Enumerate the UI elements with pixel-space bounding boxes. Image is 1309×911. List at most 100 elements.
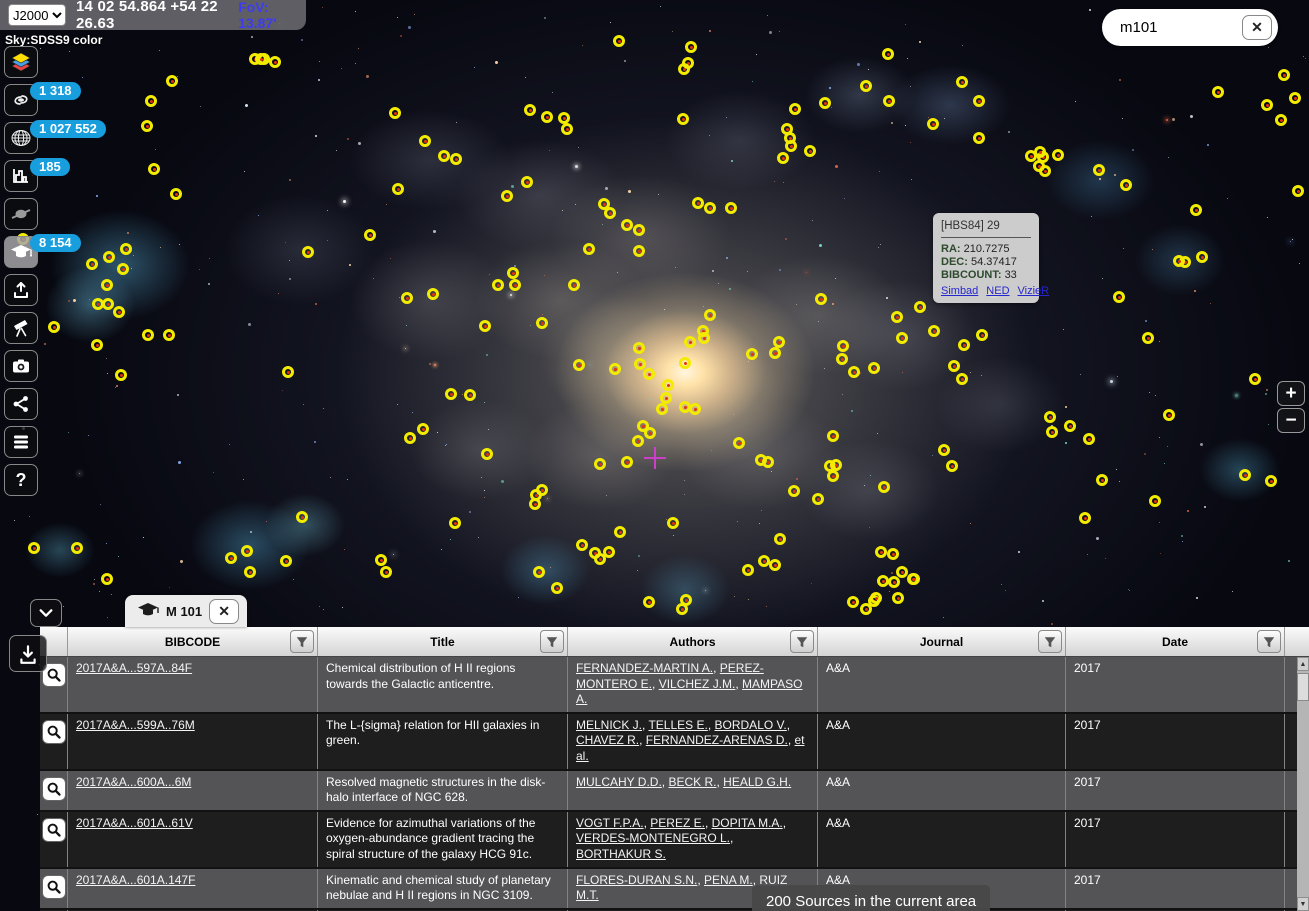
author-link[interactable]: PEREZ E. [650,816,705,830]
zoom-to-source-button[interactable] [42,875,66,899]
source-marker[interactable] [948,360,960,372]
source-marker[interactable] [117,263,129,275]
source-marker[interactable] [634,358,646,370]
source-marker[interactable] [848,366,860,378]
source-marker[interactable] [815,293,827,305]
source-marker[interactable] [541,111,553,123]
source-marker[interactable] [887,548,899,560]
source-marker[interactable] [679,357,691,369]
source-marker[interactable] [609,363,621,375]
histogram-button[interactable]: 185 [4,160,38,192]
author-link[interactable]: HEALD G.H. [723,775,791,789]
source-marker[interactable] [244,566,256,578]
source-marker[interactable] [877,575,889,587]
source-marker[interactable] [621,456,633,468]
source-marker[interactable] [742,564,754,576]
search-input[interactable] [1118,18,1242,37]
source-marker[interactable] [836,353,848,365]
source-marker[interactable] [1052,149,1064,161]
zoom-to-source-button[interactable] [42,818,66,842]
source-marker[interactable] [882,48,894,60]
vizier-link[interactable]: VizieR [1018,285,1050,297]
source-marker[interactable] [501,190,513,202]
source-marker[interactable] [445,388,457,400]
source-marker[interactable] [837,340,849,352]
source-marker[interactable] [788,485,800,497]
source-marker[interactable] [704,309,716,321]
source-marker[interactable] [1142,332,1154,344]
source-marker[interactable] [594,458,606,470]
source-marker[interactable] [827,430,839,442]
source-marker[interactable] [91,339,103,351]
source-marker[interactable] [725,202,737,214]
source-marker[interactable] [958,339,970,351]
frame-select[interactable]: J2000 [8,4,66,26]
zoom-in-button[interactable]: + [1277,381,1305,406]
zoom-out-button[interactable]: − [1277,408,1305,433]
source-marker[interactable] [573,359,585,371]
source-marker[interactable] [870,592,882,604]
source-marker[interactable] [1149,495,1161,507]
source-marker[interactable] [120,243,132,255]
source-marker[interactable] [907,573,919,585]
source-marker[interactable] [946,460,958,472]
source-marker[interactable] [71,542,83,554]
source-marker[interactable] [677,113,689,125]
source-marker[interactable] [404,432,416,444]
source-marker[interactable] [914,301,926,313]
source-marker[interactable] [678,63,690,75]
bibcode-link[interactable]: 2017A&A...600A...6M [76,775,191,789]
source-marker[interactable] [142,329,154,341]
author-link[interactable]: MULCAHY D.D. [576,775,662,789]
author-link[interactable]: CHAVEZ R. [576,733,639,747]
source-marker[interactable] [868,362,880,374]
author-link[interactable]: BORDALO V. [715,718,787,732]
source-marker[interactable] [976,329,988,341]
source-marker[interactable] [812,493,824,505]
source-marker[interactable] [892,592,904,604]
source-marker[interactable] [883,95,895,107]
source-marker[interactable] [633,245,645,257]
tab-close-button[interactable]: ✕ [209,599,239,624]
source-marker[interactable] [113,306,125,318]
source-marker[interactable] [401,292,413,304]
source-marker[interactable] [536,317,548,329]
source-marker[interactable] [302,246,314,258]
search-clear-button[interactable]: ✕ [1242,15,1272,40]
help-button[interactable]: ? [4,464,38,496]
filter-date-button[interactable] [1257,630,1281,653]
source-marker[interactable] [533,566,545,578]
layers-button[interactable] [4,46,38,78]
source-marker[interactable] [241,545,253,557]
source-marker[interactable] [145,95,157,107]
simbad-catalog-button[interactable]: 1 318 [4,84,38,116]
source-marker[interactable] [1173,255,1185,267]
snapshot-button[interactable] [4,350,38,382]
source-marker[interactable] [103,251,115,263]
source-marker[interactable] [507,267,519,279]
author-link[interactable]: TELLES E. [648,718,707,732]
source-marker[interactable] [860,80,872,92]
source-marker[interactable] [48,321,60,333]
share-button[interactable] [4,388,38,420]
source-marker[interactable] [255,53,267,65]
source-marker[interactable] [492,279,504,291]
source-marker[interactable] [1113,291,1125,303]
source-marker[interactable] [633,342,645,354]
bibcode-link[interactable]: 2017A&A...601A..61V [76,816,193,830]
source-marker[interactable] [633,224,645,236]
author-link[interactable]: VERDES-MONTENEGRO L. [576,831,730,845]
source-marker[interactable] [583,243,595,255]
source-marker[interactable] [1190,204,1202,216]
source-marker[interactable] [956,76,968,88]
bibcode-link[interactable]: 2017A&A...599A..76M [76,718,195,732]
source-marker[interactable] [166,75,178,87]
source-marker[interactable] [282,366,294,378]
source-marker[interactable] [1120,179,1132,191]
source-marker[interactable] [101,279,113,291]
goto-object-button[interactable] [4,312,38,344]
source-marker[interactable] [594,553,606,565]
source-marker[interactable] [956,373,968,385]
source-marker[interactable] [769,559,781,571]
source-marker[interactable] [1064,420,1076,432]
